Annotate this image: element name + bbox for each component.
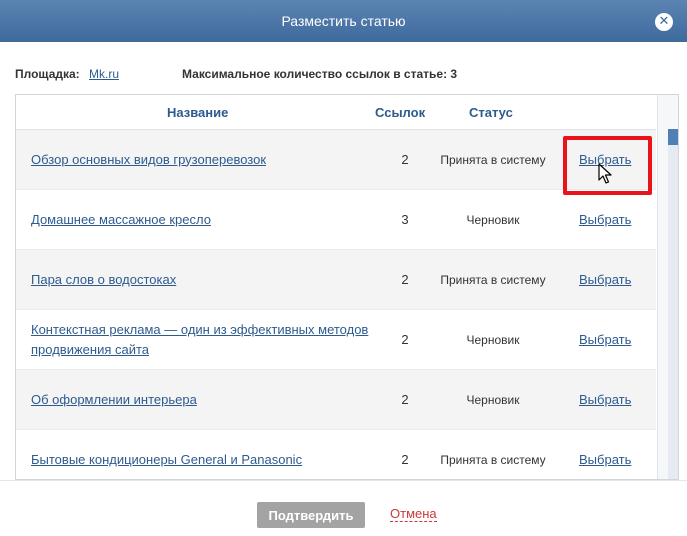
vertical-scrollbar[interactable] <box>657 95 678 479</box>
table-row: Пара слов о водостоках 2 Принята в систе… <box>16 250 656 310</box>
choose-link[interactable]: Выбрать <box>579 272 631 287</box>
article-title-link[interactable]: Об оформлении интерьера <box>31 390 386 410</box>
status-text: Черновик <box>466 333 520 347</box>
site-link[interactable]: Mk.ru <box>89 67 119 81</box>
links-count: 2 <box>401 392 409 407</box>
cancel-link[interactable]: Отмена <box>390 507 437 522</box>
column-header-links: Ссылок <box>375 105 426 120</box>
table-header: Название Ссылок Статус <box>16 95 656 130</box>
footer-divider <box>0 480 687 481</box>
status-text: Принята в систему <box>440 153 546 167</box>
status-text: Черновик <box>466 213 520 227</box>
info-bar: Площадка: Mk.ru Максимальное количество … <box>15 67 672 83</box>
dialog-titlebar: Разместить статью ✕ <box>0 0 687 42</box>
links-count: 3 <box>401 212 409 227</box>
links-count: 2 <box>401 152 409 167</box>
table-row: Контекстная реклама — один из эффективны… <box>16 310 656 370</box>
site-label: Площадка: <box>15 67 80 81</box>
column-header-status: Статус <box>469 105 513 120</box>
article-title-link[interactable]: Контекстная реклама — один из эффективны… <box>31 320 386 360</box>
table-row: Бытовые кондиционеры General и Panasonic… <box>16 430 656 479</box>
status-text: Принята в систему <box>440 273 546 287</box>
links-count: 2 <box>401 272 409 287</box>
confirm-button[interactable]: Подтвердить <box>257 502 365 528</box>
article-title-link[interactable]: Бытовые кондиционеры General и Panasonic <box>31 450 386 470</box>
articles-table: Название Ссылок Статус Обзор основных ви… <box>15 94 679 480</box>
choose-link[interactable]: Выбрать <box>579 332 631 347</box>
column-header-name: Название <box>167 105 229 120</box>
scroll-thumb[interactable] <box>668 129 678 145</box>
article-title-link[interactable]: Обзор основных видов грузоперевозок <box>31 150 386 170</box>
status-text: Принята в систему <box>440 453 546 467</box>
table-body: Обзор основных видов грузоперевозок 2 Пр… <box>16 130 656 479</box>
table-row: Обзор основных видов грузоперевозок 2 Пр… <box>16 130 656 190</box>
table-row: Домашнее массажное кресло 3 Черновик Выб… <box>16 190 656 250</box>
scroll-track <box>668 129 678 479</box>
max-links-text: Максимальное количество ссылок в статье:… <box>182 67 458 81</box>
choose-link[interactable]: Выбрать <box>579 152 631 167</box>
table-row: Об оформлении интерьера 2 Черновик Выбра… <box>16 370 656 430</box>
dialog-title: Разместить статью <box>281 13 406 29</box>
choose-link[interactable]: Выбрать <box>579 452 631 467</box>
status-text: Черновик <box>466 393 520 407</box>
links-count: 2 <box>401 452 409 467</box>
close-icon[interactable]: ✕ <box>655 13 673 31</box>
article-title-link[interactable]: Домашнее массажное кресло <box>31 210 386 230</box>
links-count: 2 <box>401 332 409 347</box>
choose-link[interactable]: Выбрать <box>579 212 631 227</box>
article-title-link[interactable]: Пара слов о водостоках <box>31 270 386 290</box>
choose-link[interactable]: Выбрать <box>579 392 631 407</box>
